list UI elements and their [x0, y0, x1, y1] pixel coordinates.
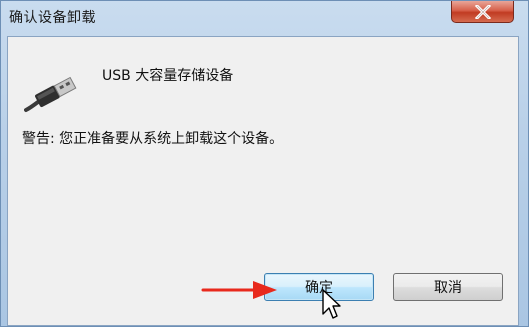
close-button[interactable] [451, 1, 514, 23]
cancel-button-label: 取消 [434, 280, 462, 296]
title-bar[interactable]: 确认设备卸载 [1, 1, 528, 35]
confirm-uninstall-dialog: 确认设备卸载 USB 大容量存储设备 警告: 您正准备要从系统上卸载这个设备。 [0, 0, 529, 327]
warning-message: 警告: 您正准备要从系统上卸载这个设备。 [22, 131, 284, 147]
device-name: USB 大容量存储设备 [102, 68, 234, 84]
red-arrow-icon [201, 281, 277, 299]
close-icon [475, 5, 491, 19]
usb-plug-icon [24, 76, 77, 112]
cancel-button[interactable]: 取消 [393, 273, 503, 301]
dialog-title: 确认设备卸载 [9, 10, 96, 26]
mouse-cursor-icon [322, 289, 341, 319]
